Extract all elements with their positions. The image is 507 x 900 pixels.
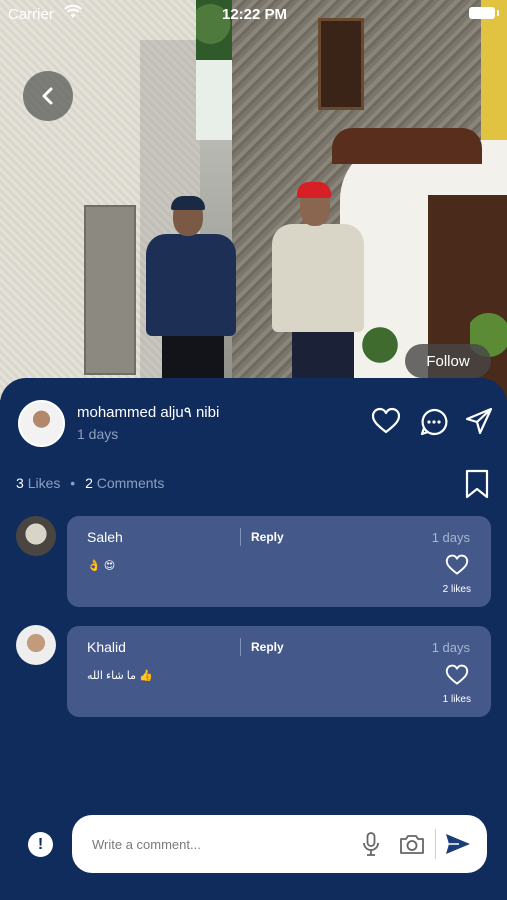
- photo-person-cap: [171, 196, 205, 210]
- commenter-name[interactable]: Khalid: [87, 639, 126, 655]
- battery-icon: [469, 7, 499, 19]
- alert-icon: !: [37, 835, 44, 853]
- heart-icon: [371, 407, 401, 434]
- chevron-left-icon: [42, 87, 53, 105]
- commenter-avatar[interactable]: [16, 516, 56, 556]
- comment-likes: 2 likes: [442, 584, 471, 595]
- camera-icon: [400, 835, 424, 854]
- comment-like-button[interactable]: [445, 554, 469, 581]
- wifi-icon: [64, 4, 82, 23]
- comment-button[interactable]: [419, 407, 449, 437]
- follow-button[interactable]: Follow: [405, 344, 491, 378]
- comment-likes: 1 likes: [442, 694, 471, 705]
- share-button[interactable]: [464, 406, 494, 436]
- comment-card: Saleh Reply 1 days 👌 😍 2 likes: [67, 516, 491, 607]
- camera-button[interactable]: [398, 831, 426, 857]
- post-time: 1 days: [77, 426, 119, 442]
- microphone-icon: [363, 832, 379, 856]
- send-icon: [465, 407, 493, 435]
- status-time: 12:22 PM: [222, 6, 288, 23]
- comment-icon: [420, 408, 448, 436]
- comment-card: Khalid Reply 1 days ما شاء الله 👍 1 like…: [67, 626, 491, 717]
- comment-time: 1 days: [431, 530, 470, 545]
- back-button[interactable]: [23, 71, 73, 121]
- composer-divider: [435, 829, 436, 859]
- like-button[interactable]: [370, 406, 402, 436]
- reply-button[interactable]: Reply: [251, 640, 284, 654]
- photo-window: [318, 18, 364, 110]
- photo-plant: [360, 320, 400, 370]
- comments-label: Comments: [96, 475, 165, 491]
- stats-separator: •: [70, 475, 76, 491]
- post-photo: [0, 0, 507, 400]
- comment-divider: [240, 638, 241, 656]
- likes-label: Likes: [27, 475, 61, 491]
- photo-person-body: [272, 224, 364, 332]
- photo-door: [84, 205, 136, 375]
- heart-icon: [445, 554, 469, 575]
- heart-icon: [445, 664, 469, 685]
- send-comment-button[interactable]: [444, 831, 472, 857]
- comment-divider: [240, 528, 241, 546]
- report-button[interactable]: !: [28, 832, 53, 857]
- comment-text: 👌 😍: [87, 560, 116, 572]
- bookmark-button[interactable]: [463, 468, 491, 500]
- photo-person-body: [146, 234, 236, 336]
- comments-stat[interactable]: 2 Comments: [85, 475, 164, 491]
- photo-awning: [332, 128, 482, 164]
- photo-person-cap: [297, 182, 331, 198]
- reply-button[interactable]: Reply: [251, 530, 284, 544]
- status-bar: Carrier 12:22 PM: [0, 0, 507, 28]
- comment-time: 1 days: [431, 640, 470, 655]
- comments-count: 2: [85, 475, 93, 491]
- author-name[interactable]: mohammed alju٩ nibi: [77, 403, 219, 421]
- comment-text: ما شاء الله 👍: [87, 670, 153, 682]
- commenter-name[interactable]: Saleh: [87, 529, 123, 545]
- comment-composer: [72, 815, 487, 873]
- comment-input[interactable]: [92, 833, 352, 855]
- likes-count: 3: [16, 475, 24, 491]
- author-avatar[interactable]: [18, 400, 65, 447]
- commenter-avatar[interactable]: [16, 625, 56, 665]
- voice-button[interactable]: [360, 831, 382, 857]
- bookmark-icon: [465, 469, 489, 499]
- post-stats: 3 Likes • 2 Comments: [16, 475, 164, 491]
- carrier-label: Carrier: [8, 6, 54, 23]
- send-icon: [446, 834, 470, 854]
- comment-like-button[interactable]: [445, 664, 469, 691]
- likes-stat[interactable]: 3 Likes: [16, 475, 60, 491]
